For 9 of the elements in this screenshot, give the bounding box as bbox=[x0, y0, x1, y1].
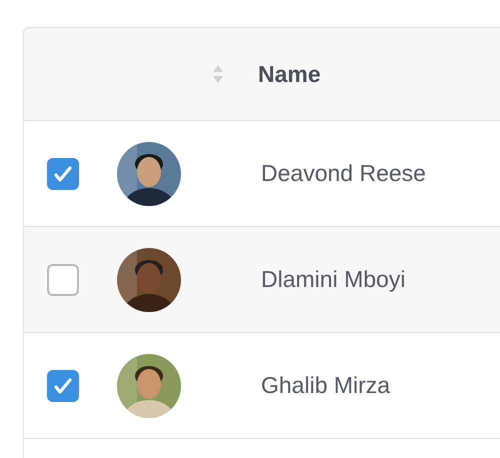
name-text: Ghalib Mirza bbox=[261, 371, 390, 400]
checkbox[interactable] bbox=[47, 158, 79, 190]
check-icon bbox=[54, 378, 72, 394]
column-header[interactable]: Name bbox=[258, 56, 321, 92]
checkbox[interactable] bbox=[47, 264, 79, 296]
checkbox[interactable] bbox=[47, 370, 79, 402]
check-icon bbox=[54, 166, 72, 182]
name-text: Dlamini Mboyi bbox=[261, 265, 406, 294]
name-text: Deavond Reese bbox=[261, 159, 426, 188]
